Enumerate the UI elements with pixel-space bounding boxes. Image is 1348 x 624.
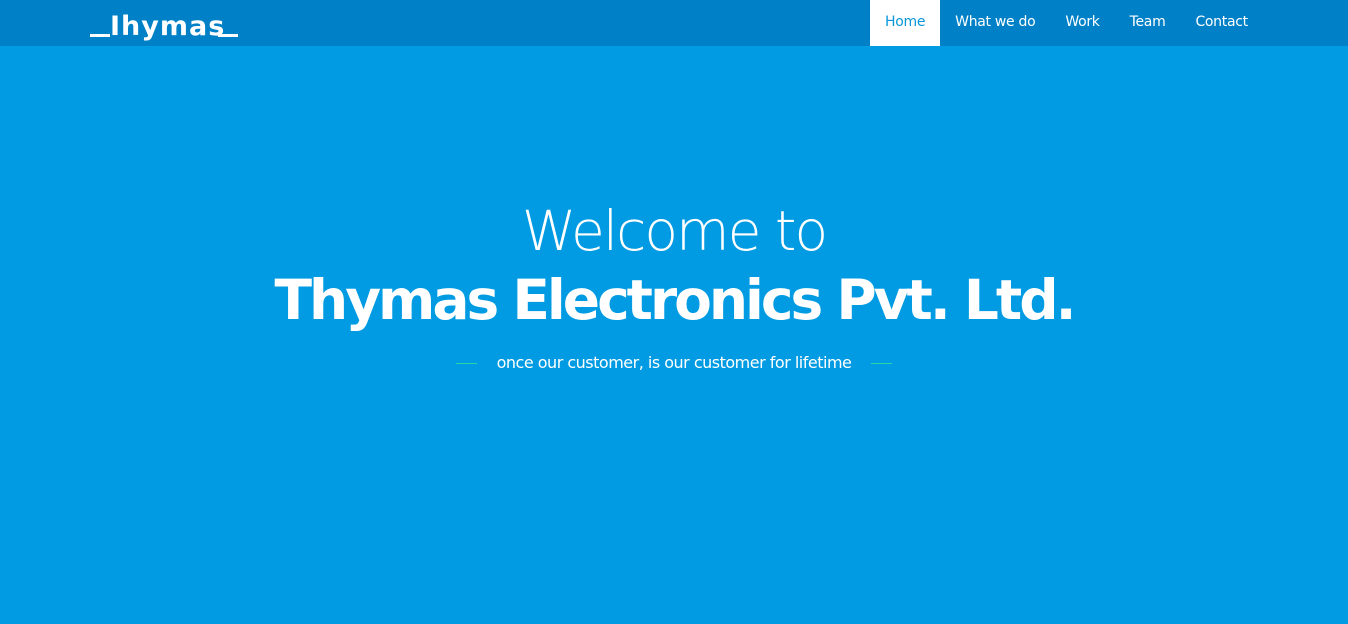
hero-welcome-heading: Welcome to [521, 199, 828, 263]
top-navbar: Ihymas Home What we do Work Team Contact [0, 0, 1348, 46]
logo-dash-right [218, 34, 238, 37]
tagline-dash-right [871, 362, 893, 364]
logo-dash-left [90, 34, 110, 37]
hero-section: Welcome to Thymas Electronics Pvt. Ltd. … [0, 46, 1348, 624]
tagline-row: once our customer, is our customer for l… [0, 352, 1348, 374]
hero-tagline: once our customer, is our customer for l… [496, 353, 852, 372]
nav-item-what-we-do[interactable]: What we do [940, 0, 1050, 46]
nav-item-contact[interactable]: Contact [1180, 0, 1262, 46]
nav-menu: Home What we do Work Team Contact [870, 0, 1263, 46]
logo-wordmark: Ihymas [110, 11, 226, 42]
hero-company-heading: Thymas Electronics Pvt. Ltd. [274, 268, 1077, 332]
tagline-dash-left [455, 362, 477, 364]
nav-item-team[interactable]: Team [1115, 0, 1181, 46]
nav-item-home[interactable]: Home [870, 0, 941, 46]
nav-item-work[interactable]: Work [1050, 0, 1114, 46]
